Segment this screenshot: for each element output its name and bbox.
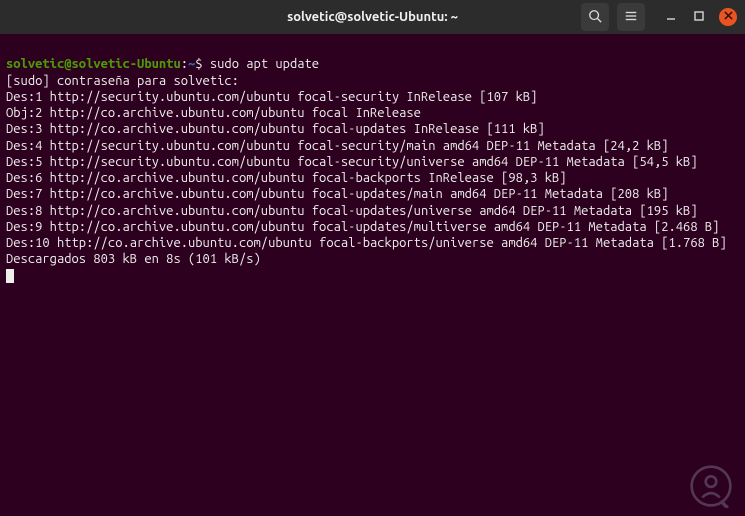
output-line: Obj:2 http://co.archive.ubuntu.com/ubunt…: [6, 106, 421, 120]
window-controls: [663, 8, 737, 26]
output-line: Des:5 http://security.ubuntu.com/ubuntu …: [6, 155, 698, 169]
maximize-icon: [693, 10, 705, 25]
command-text: sudo apt update: [210, 57, 319, 71]
window-title: solvetic@solvetic-Ubuntu: ~: [287, 10, 458, 24]
output-line: Descargados 803 kB en 8s (101 kB/s): [6, 252, 261, 266]
close-icon: [724, 11, 733, 23]
maximize-button[interactable]: [691, 9, 707, 25]
search-icon: [588, 9, 602, 26]
output-line: Des:9 http://co.archive.ubuntu.com/ubunt…: [6, 220, 719, 234]
close-button[interactable]: [719, 8, 737, 26]
hamburger-icon: [624, 9, 638, 26]
menu-button[interactable]: [617, 3, 645, 31]
prompt-user-host: solvetic@solvetic-Ubuntu: [6, 57, 181, 71]
titlebar-controls: [581, 3, 737, 31]
minimize-icon: [665, 10, 677, 25]
output-line: Des:4 http://security.ubuntu.com/ubuntu …: [6, 139, 668, 153]
minimize-button[interactable]: [663, 9, 679, 25]
output-line: Des:8 http://co.archive.ubuntu.com/ubunt…: [6, 204, 698, 218]
watermark-logo: [689, 464, 733, 508]
prompt-colon: :: [181, 57, 188, 71]
search-button[interactable]: [581, 3, 609, 31]
terminal-output[interactable]: solvetic@solvetic-Ubuntu:~$ sudo apt upd…: [0, 34, 745, 290]
output-line: Des:1 http://security.ubuntu.com/ubuntu …: [6, 90, 537, 104]
terminal-cursor: [6, 269, 14, 283]
output-line: Des:7 http://co.archive.ubuntu.com/ubunt…: [6, 187, 668, 201]
titlebar: solvetic@solvetic-Ubuntu: ~: [0, 0, 745, 34]
output-line: [sudo] contraseña para solvetic:: [6, 74, 239, 88]
output-line: Des:6 http://co.archive.ubuntu.com/ubunt…: [6, 171, 567, 185]
output-line: Des:10 http://co.archive.ubuntu.com/ubun…: [6, 236, 727, 250]
output-line: Des:3 http://co.archive.ubuntu.com/ubunt…: [6, 122, 545, 136]
prompt-dollar: $: [195, 57, 210, 71]
